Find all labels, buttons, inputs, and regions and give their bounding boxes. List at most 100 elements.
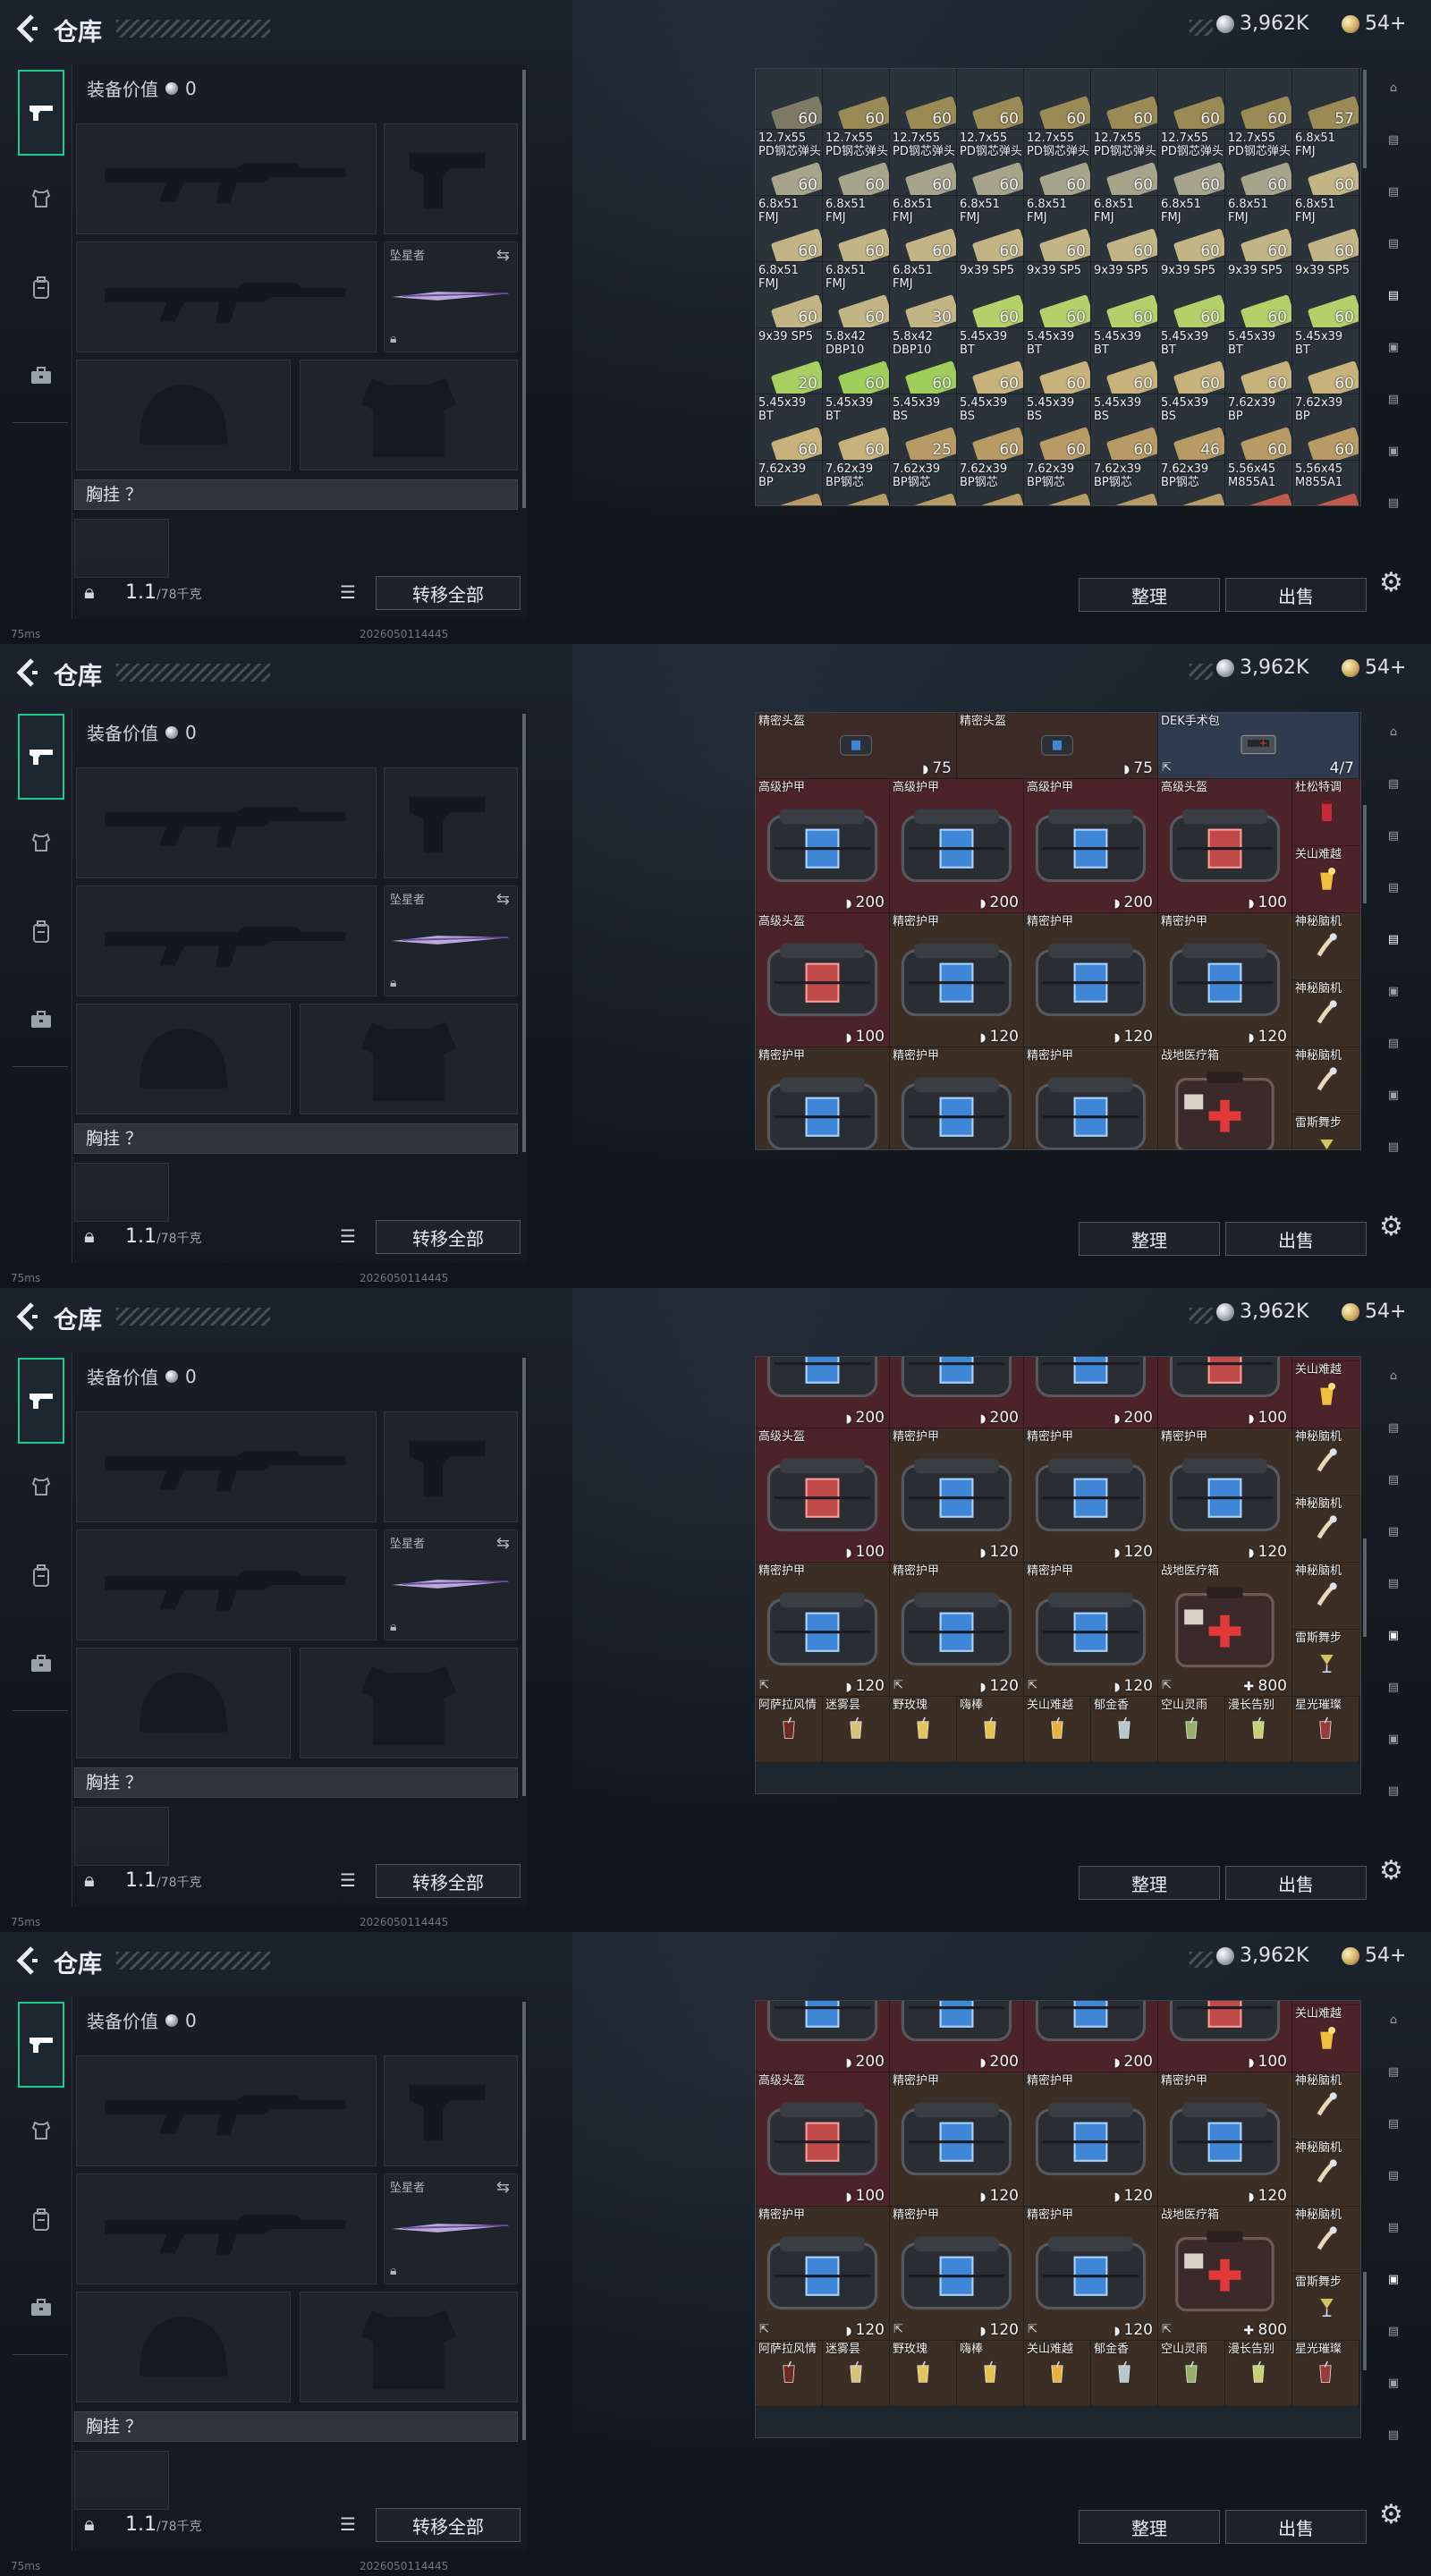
storage-page-tab[interactable]: ▤ — [1374, 764, 1413, 803]
transfer-all-button[interactable]: 转移全部 — [376, 2508, 521, 2542]
drink-tile[interactable]: 嗨棒 — [957, 1697, 1024, 1763]
storage-page-tab[interactable]: ▤ — [1374, 2156, 1413, 2195]
briefcase-icon[interactable] — [20, 998, 63, 1041]
ammo-tile[interactable]: 9x39 SP5 60 — [1225, 262, 1292, 328]
ammo-tile[interactable]: 5.45x39 BT 60 — [823, 394, 890, 461]
sort-button[interactable]: 整理 — [1079, 578, 1220, 612]
gear-tile[interactable]: 精密护甲120⇱ — [756, 2207, 890, 2341]
medical-kit-tile[interactable]: 战地医疗箱800⇱ — [1158, 1047, 1292, 1149]
consumable-tile[interactable]: 杜松特调 — [1292, 779, 1360, 846]
ammo-tile[interactable]: 5.45x39 BT 60 — [756, 394, 823, 461]
drink-tile[interactable]: 漫长告别 — [1225, 1697, 1292, 1763]
chest-rig-header[interactable]: 胸挂 ？ — [74, 1123, 518, 1154]
ammo-tile[interactable]: 60 — [1158, 69, 1225, 130]
ammo-tile[interactable]: 9x39 SP5 60 — [1091, 262, 1158, 328]
gear-tile[interactable]: 高级头盔100 — [756, 2072, 890, 2207]
gear-tile[interactable]: 高级护甲200 — [1024, 2001, 1158, 2072]
drink-tile[interactable]: 星光璀璨 — [1292, 2341, 1359, 2407]
drink-tile[interactable]: 郁金香 — [1091, 2341, 1158, 2407]
ammo-tile[interactable]: 7.62x39 BP钢芯60 — [890, 461, 957, 505]
storage-page-tab[interactable]: ▤ — [1374, 379, 1413, 419]
gear-icon[interactable]: ⚙ — [1379, 1211, 1403, 1242]
storage-page-tab[interactable]: ▤ — [1374, 172, 1413, 211]
secondary-weapon-slot[interactable] — [76, 1530, 377, 1640]
storage-page-tab[interactable]: ▤ — [1374, 2207, 1413, 2247]
drink-tile[interactable]: 嗨棒 — [957, 2341, 1024, 2407]
gear-tile[interactable]: 高级护甲200 — [756, 779, 890, 913]
ammo-tile[interactable]: 6.8x51 FMJ 60 — [823, 262, 890, 328]
medical-kit-tile[interactable]: 战地医疗箱800⇱ — [1158, 2207, 1292, 2341]
ammo-tile[interactable]: 5.45x39 BS 46 — [1158, 394, 1225, 461]
ammo-tile[interactable]: 7.62x39 BP钢芯60 — [957, 461, 1024, 505]
gear-tile[interactable]: 精密护甲 120 — [1158, 2072, 1292, 2207]
gear-tile[interactable]: 精密护甲 120 — [1158, 1428, 1292, 1563]
storage-page-tab[interactable]: ▤ — [1374, 275, 1413, 315]
ammo-tile[interactable]: 7.62x39 BP钢芯60 — [823, 461, 890, 505]
back-chevron-icon[interactable] — [13, 1301, 39, 1333]
chest-rig-slot[interactable] — [74, 1807, 169, 1866]
chest-rig-slot[interactable] — [74, 1163, 169, 1222]
gear-tile[interactable]: 高级护甲200 — [890, 2001, 1024, 2072]
storage-page-tab[interactable]: ▣ — [1374, 327, 1413, 367]
primary-weapon-slot[interactable] — [76, 1411, 377, 1522]
storage-grid[interactable]: 高级护甲200高级护甲200高级护甲200高级头盔100高级头盔100精密护甲1… — [755, 2000, 1361, 2438]
ammo-tile[interactable]: 7.62x39 BP 60 — [1292, 394, 1359, 461]
transfer-all-button[interactable]: 转移全部 — [376, 576, 521, 610]
drink-tile[interactable]: 迷雾昙 — [823, 1697, 890, 1763]
storage-page-tab[interactable]: ▤ — [1374, 2104, 1413, 2143]
gear-tile[interactable]: 高级护甲200 — [756, 2001, 890, 2072]
ammo-tile[interactable]: 12.7x55 PD钢芯弹头 60 — [1091, 130, 1158, 196]
consumable-tile[interactable]: 神秘脑机 — [1292, 980, 1360, 1047]
storage-page-tab[interactable]: ▣ — [1374, 971, 1413, 1011]
storage-page-tab[interactable]: ▤ — [1374, 2311, 1413, 2351]
drink-tile[interactable]: 漫长告别 — [1225, 2341, 1292, 2407]
ammo-tile[interactable]: 6.8x51 FMJ 60 — [823, 196, 890, 262]
ammo-tile[interactable]: 9x39 SP5 60 — [1024, 262, 1091, 328]
storage-grid[interactable]: 高级护甲200高级护甲200高级护甲200高级头盔100高级头盔100精密护甲1… — [755, 1356, 1361, 1794]
currency-gold[interactable]: 54+ — [1342, 1945, 1406, 1967]
storage-page-tab[interactable]: ▤ — [1374, 1127, 1413, 1166]
gear-tile[interactable]: DEK手术包 4/7 ⇱ — [1158, 713, 1359, 779]
primary-weapon-slot[interactable] — [76, 2055, 377, 2166]
drink-tile[interactable]: 阿萨拉风情 — [756, 1697, 823, 1763]
storage-page-tab[interactable]: ▤ — [1374, 1408, 1413, 1447]
ammo-tile[interactable]: 12.7x55 PD钢芯弹头 60 — [1225, 130, 1292, 196]
ammo-tile[interactable]: 5.56x45 M855A160 — [1225, 461, 1292, 505]
gear-icon[interactable]: ⚙ — [1379, 1855, 1403, 1886]
storage-page-tab[interactable]: ▣ — [1374, 1719, 1413, 1758]
gear-tile[interactable]: 精密护甲120⇱ — [1024, 1047, 1158, 1149]
ammo-tile[interactable]: 5.45x39 BT 60 — [1091, 328, 1158, 394]
ammo-tile[interactable]: 5.8x42 DBP10 60 — [890, 328, 957, 394]
storage-page-tab[interactable]: ▤ — [1374, 1460, 1413, 1499]
ammo-tile[interactable]: 5.45x39 BT 60 — [1158, 328, 1225, 394]
consumable-tile[interactable]: 神秘脑机 — [1292, 2207, 1360, 2274]
equipment-scrollbar[interactable] — [522, 70, 526, 508]
storage-page-tab[interactable]: ▣ — [1374, 2363, 1413, 2402]
gear-tile[interactable]: 精密护甲 120 — [890, 913, 1024, 1047]
body-armor-slot[interactable] — [300, 2292, 518, 2402]
currency-gold[interactable]: 54+ — [1342, 13, 1406, 35]
drink-tile[interactable]: 关山难越 — [1024, 1697, 1091, 1763]
storage-page-tab[interactable]: ▣ — [1374, 431, 1413, 470]
secondary-weapon-slot[interactable] — [76, 242, 377, 352]
ammo-tile[interactable]: 6.8x51 FMJ 30 — [890, 262, 957, 328]
drink-tile[interactable]: 迷雾昙 — [823, 2341, 890, 2407]
storage-page-tab[interactable]: ▤ — [1374, 1667, 1413, 1707]
consumable-tile[interactable]: 神秘脑机 — [1292, 1428, 1360, 1496]
list-icon[interactable]: ☰ — [340, 1225, 356, 1247]
ammo-tile[interactable]: 9x39 SP5 60 — [1158, 262, 1225, 328]
briefcase-icon[interactable] — [20, 2286, 63, 2329]
lock-icon[interactable]: 🔒︎ — [84, 1869, 95, 1892]
drink-tile[interactable]: 星光璀璨 — [1292, 1697, 1359, 1763]
back-chevron-icon[interactable] — [13, 1945, 39, 1977]
ammo-tile[interactable]: 12.7x55 PD钢芯弹头 60 — [957, 130, 1024, 196]
gear-tile[interactable]: 精密护甲 120 — [890, 1428, 1024, 1563]
gear-tile[interactable]: 高级头盔100 — [1158, 1357, 1292, 1428]
consumable-tile[interactable]: 关山难越 — [1292, 846, 1360, 913]
storage-grid[interactable]: 精密头盔75精密头盔75DEK手术包4/7⇱高级护甲200高级护甲200高级护甲… — [755, 712, 1361, 1150]
ammo-tile[interactable]: 5.45x39 BS 60 — [1091, 394, 1158, 461]
drink-tile[interactable]: 阿萨拉风情 — [756, 2341, 823, 2407]
gear-tile[interactable]: 高级护甲200 — [890, 1357, 1024, 1428]
ammo-tile[interactable]: 9x39 SP5 60 — [1292, 262, 1359, 328]
consumable-tile[interactable]: 神秘脑机 — [1292, 913, 1360, 980]
